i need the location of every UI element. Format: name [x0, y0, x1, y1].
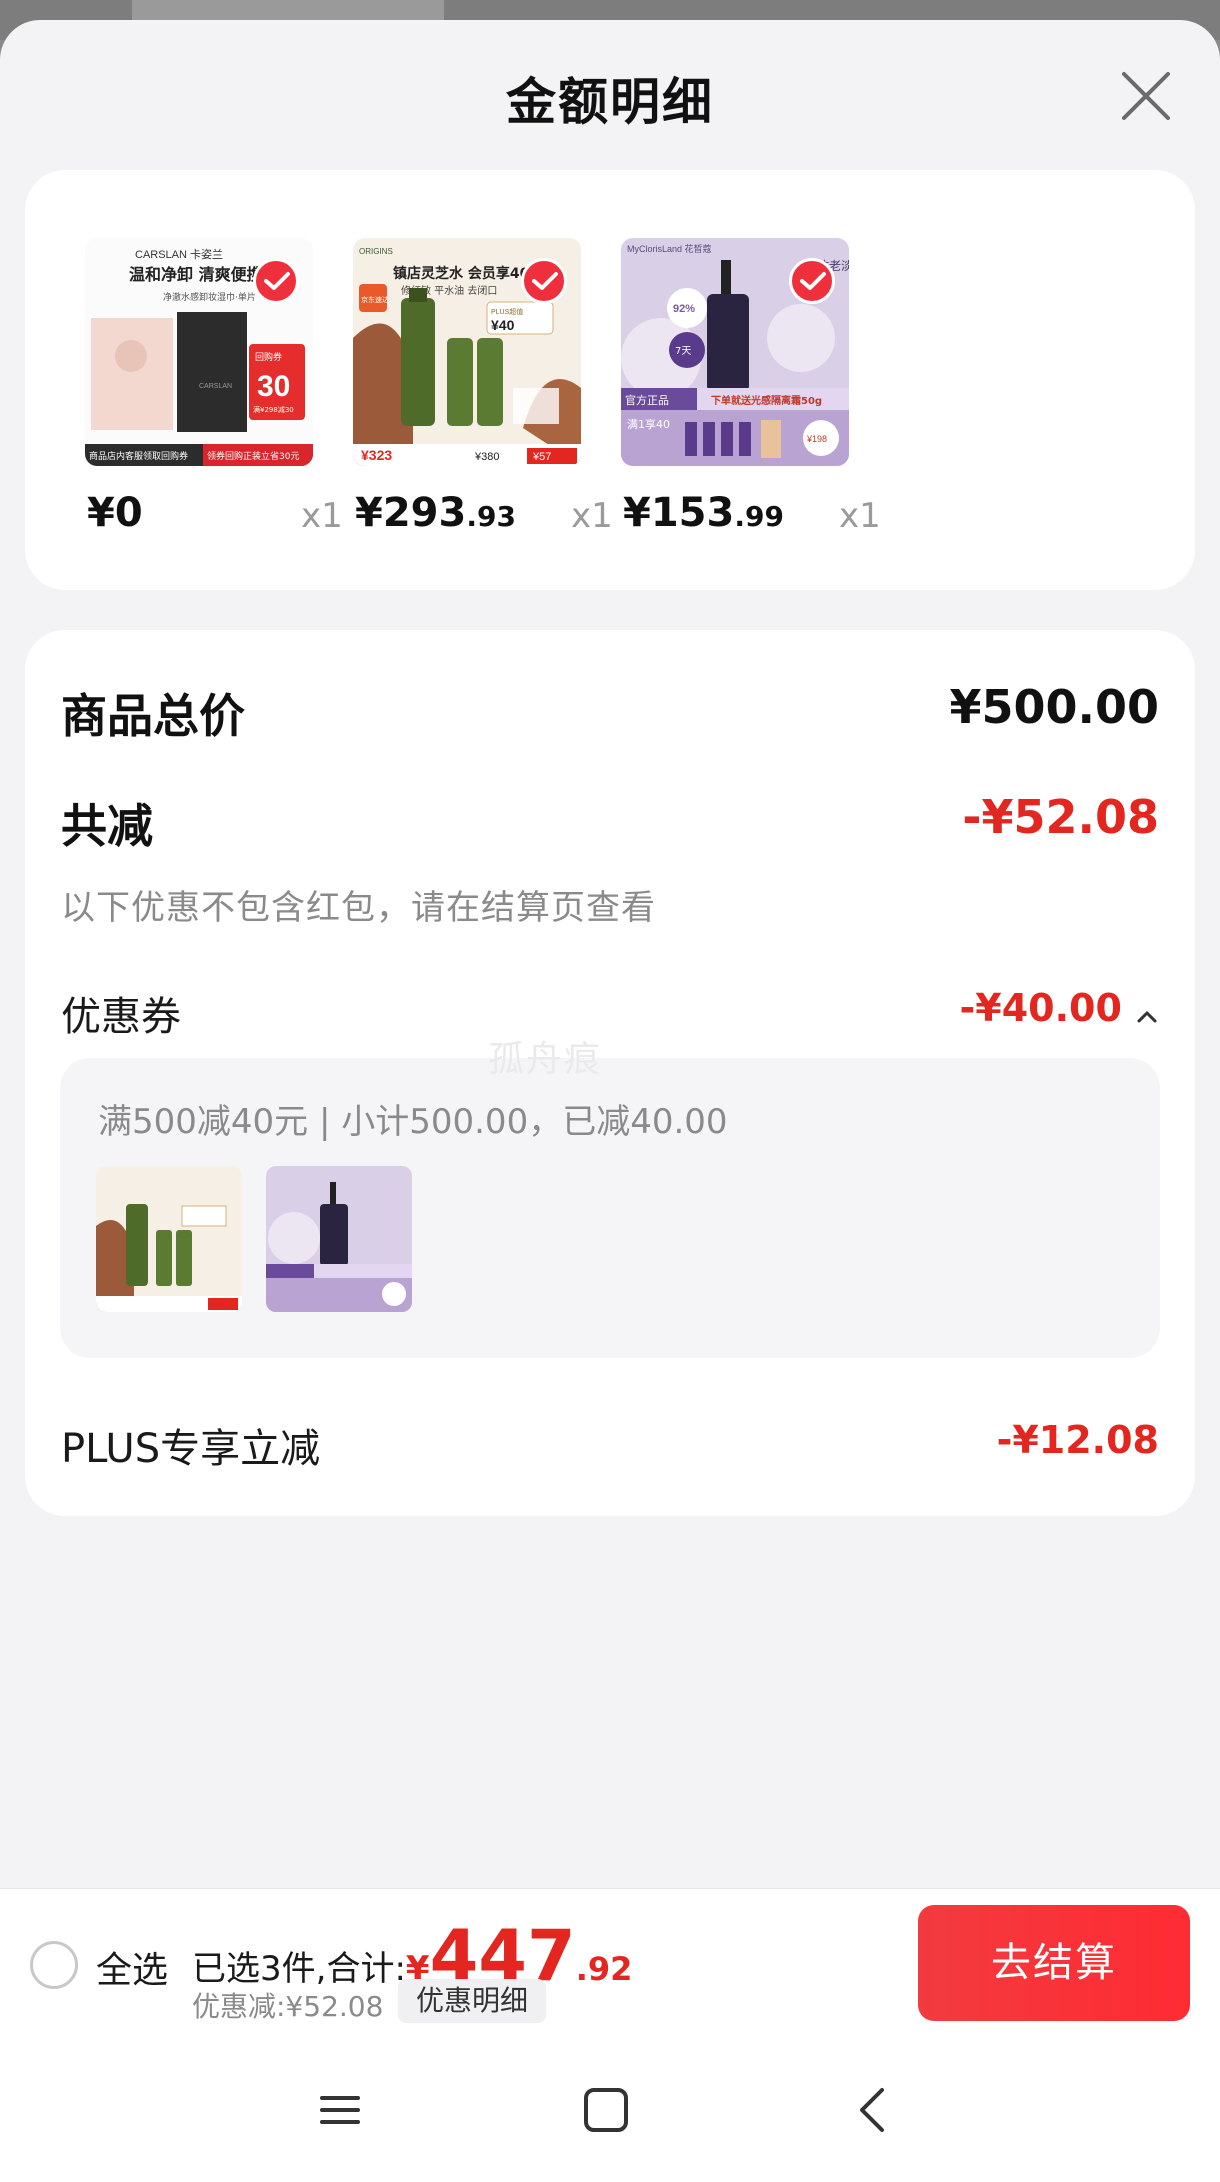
product-price: ¥153.99	[623, 490, 784, 536]
thumb-foot-price1: ¥323	[361, 447, 392, 463]
thumb-promo: 满1享40	[627, 417, 670, 431]
coupon-value: -¥40.00	[959, 986, 1122, 1030]
total-decimal: .92	[575, 1950, 633, 1988]
thumb-brand: ORIGINS	[359, 247, 393, 256]
system-nav-bar	[0, 2038, 1220, 2182]
close-button[interactable]	[1118, 68, 1174, 124]
product-image	[96, 1166, 242, 1312]
home-icon[interactable]	[574, 2078, 638, 2142]
coupon-product-thumb	[96, 1166, 242, 1312]
select-all-radio[interactable]	[30, 1941, 78, 1989]
total-reduction-value: -¥52.08	[962, 790, 1159, 844]
thumb-days: 7天	[675, 346, 691, 357]
product-thumbnail[interactable]: MyClorisLand 花皙蔻 抗老淡纹 92% 7天 下单就送光感隔离霜50…	[621, 238, 849, 466]
product-quantity: x1	[839, 496, 881, 536]
back-icon[interactable]	[842, 2078, 906, 2142]
thumb-headline: 温和净卸 清爽便携	[128, 265, 263, 284]
thumb-sub: 净澈水感卸妆湿巾·单片	[163, 291, 256, 303]
product-item[interactable]: ORIGINS 镇店灵芝水 会员享40 修红敏 平水油 去闭口 京东速达 PLU…	[353, 170, 613, 590]
total-price-value: ¥500.00	[949, 680, 1159, 734]
checkmark-icon	[532, 272, 558, 290]
watermark: 孤舟痕	[488, 1039, 603, 1080]
product-price: ¥0	[87, 490, 143, 536]
sheet-title: 金额明细	[506, 73, 714, 131]
plus-discount-value: -¥12.08	[996, 1418, 1159, 1462]
reduction-note: 以下优惠不包含红包，请在结算页查看	[61, 888, 656, 928]
product-price: ¥293.93	[355, 490, 516, 536]
coupon-rule: 满500减40元 | 小计500.00，已减40.00	[98, 1102, 728, 1142]
thumb-plus: PLUS超值	[491, 307, 523, 316]
thumb-badge-top: 回购券	[255, 351, 282, 363]
thumb-footer-right: 领券回购正装立省30元	[207, 450, 299, 462]
thumb-footer-right: 下单就送光感隔离霜50g	[711, 394, 822, 407]
price-integer: ¥293	[355, 490, 467, 536]
total-prefix: 已选3件,合计:	[192, 1949, 406, 1989]
price-decimal: .99	[734, 500, 784, 533]
checkout-button[interactable]: 去结算	[918, 1905, 1190, 2021]
checkout-bar: 全选 已选3件,合计:¥447.92 优惠减:¥52.08 优惠明细 去结算	[0, 1888, 1220, 2038]
price-decimal: .93	[466, 500, 516, 533]
product-quantity: x1	[571, 496, 613, 536]
product-item[interactable]: CARSLAN 卡姿兰 温和净卸 清爽便携 净澈水感卸妆湿巾·单片 CARSLA…	[85, 170, 343, 590]
thumb-foot-price3: ¥57	[532, 451, 551, 463]
thumb-footer-left: 商品店内客服领取回购券	[89, 450, 188, 462]
thumb-pct: 92%	[673, 303, 695, 315]
plus-discount-label: PLUS专享立减	[61, 1426, 321, 1472]
thumb-brand: MyClorisLand 花皙蔻	[627, 243, 712, 254]
thumb-foot-price2: ¥380	[474, 451, 499, 463]
total-reduction-label: 共减	[61, 799, 153, 853]
thumb-badge-sub: 满¥298减30	[253, 405, 294, 414]
thumb-headline: 镇店灵芝水 会员享40	[393, 265, 530, 282]
close-icon[interactable]	[1118, 68, 1174, 124]
price-integer: ¥153	[623, 490, 735, 536]
products-card: CARSLAN 卡姿兰 温和净卸 清爽便携 净澈水感卸妆湿巾·单片 CARSLA…	[25, 170, 1195, 590]
product-thumbnail[interactable]: CARSLAN 卡姿兰 温和净卸 清爽便携 净澈水感卸妆湿巾·单片 CARSLA…	[85, 238, 313, 466]
amount-detail-sheet: 金额明细 CARSLAN 卡姿兰 温和净卸 清爽便携 净澈水感卸妆湿巾·单片 C…	[0, 20, 1220, 2182]
select-all-label[interactable]: 全选	[96, 1941, 168, 1993]
thumb-plus-price: ¥40	[491, 317, 515, 333]
svg-text:CARSLAN: CARSLAN	[199, 383, 232, 390]
coupon-toggle[interactable]: -¥40.00	[959, 986, 1159, 1036]
selected-checkmark[interactable]	[789, 258, 835, 304]
thumb-brand: CARSLAN 卡姿兰	[135, 248, 223, 261]
thumb-price: ¥198	[806, 434, 827, 444]
product-image	[266, 1166, 412, 1312]
product-item[interactable]: MyClorisLand 花皙蔻 抗老淡纹 92% 7天 下单就送光感隔离霜50…	[621, 170, 881, 590]
background-peek	[132, 0, 444, 22]
price-integer: ¥0	[87, 490, 143, 536]
total-price-label: 商品总价	[61, 689, 245, 743]
discount-detail-button[interactable]: 优惠明细	[398, 1979, 547, 2023]
menu-icon[interactable]	[308, 2078, 372, 2142]
selected-checkmark[interactable]	[521, 258, 567, 304]
checkmark-icon	[264, 272, 290, 290]
coupon-product-thumb	[266, 1166, 412, 1312]
checkmark-icon	[800, 272, 826, 290]
coupon-label: 优惠券	[61, 994, 181, 1040]
discount-summary: 优惠减:¥52.08	[192, 1990, 384, 2023]
thumb-tag: 京东速达	[361, 295, 389, 304]
product-quantity: x1	[301, 496, 343, 536]
product-thumbnail[interactable]: ORIGINS 镇店灵芝水 会员享40 修红敏 平水油 去闭口 京东速达 PLU…	[353, 238, 581, 466]
selected-checkmark[interactable]	[253, 258, 299, 304]
thumb-badge-num: 30	[257, 370, 290, 403]
price-summary-card: 商品总价 ¥500.00 共减 -¥52.08 以下优惠不包含红包，请在结算页查…	[25, 630, 1195, 1516]
coupon-detail-box: 满500减40元 | 小计500.00，已减40.00	[60, 1058, 1160, 1358]
chevron-up-icon	[1137, 1011, 1157, 1022]
thumb-footer: 官方正品	[625, 393, 669, 407]
